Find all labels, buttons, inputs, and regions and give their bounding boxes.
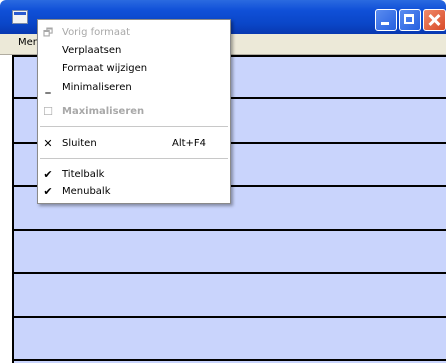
row-divider bbox=[14, 316, 446, 318]
maximize-icon: ☐ bbox=[43, 105, 53, 118]
menu-separator bbox=[40, 126, 228, 127]
menu-separator bbox=[40, 158, 228, 159]
close-button[interactable] bbox=[423, 9, 446, 31]
menu-item-maximize[interactable]: ☐ Maximaliseren bbox=[38, 103, 230, 121]
menu-item-titlebar[interactable]: ✔ Titelbalk bbox=[38, 166, 230, 184]
menu-item-move[interactable]: Verplaatsen bbox=[38, 42, 230, 60]
menubar-item[interactable]: Men bbox=[18, 37, 39, 48]
minimize-button[interactable] bbox=[375, 9, 397, 31]
row-divider bbox=[14, 359, 446, 361]
check-icon: ✔ bbox=[43, 168, 53, 181]
check-icon: ✔ bbox=[43, 185, 53, 198]
maximize-button[interactable] bbox=[399, 9, 421, 31]
row-divider bbox=[14, 272, 446, 274]
menu-item-close[interactable]: ✕ Sluiten Alt+F4 bbox=[38, 135, 230, 153]
minimize-icon: _ bbox=[45, 81, 51, 94]
system-menu: 🗗 Vorig formaat Verplaatsen Formaat wijz… bbox=[37, 19, 231, 204]
menu-item-menubar[interactable]: ✔ Menubalk bbox=[38, 183, 230, 201]
menu-item-size[interactable]: Formaat wijzigen bbox=[38, 60, 230, 78]
row-divider bbox=[14, 229, 446, 231]
system-menu-icon[interactable] bbox=[12, 10, 28, 24]
menu-item-restore[interactable]: 🗗 Vorig formaat bbox=[38, 24, 230, 42]
close-icon: ✕ bbox=[43, 137, 53, 150]
restore-icon: 🗗 bbox=[42, 26, 54, 39]
menu-item-minimize[interactable]: _ Minimaliseren bbox=[38, 79, 230, 97]
